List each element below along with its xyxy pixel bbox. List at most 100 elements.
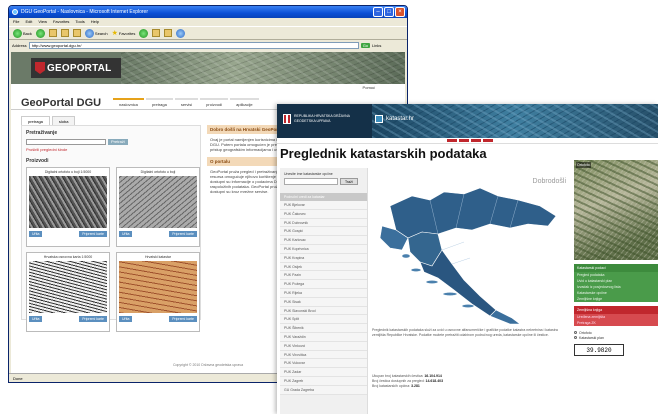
address-input[interactable]: http://www.geoportal.dgu.hr/ bbox=[28, 41, 359, 49]
island[interactable] bbox=[410, 268, 422, 272]
office-list-item[interactable]: PUK Slavonski Brod bbox=[280, 306, 367, 316]
office-list-item[interactable]: PUK Virovitica bbox=[280, 350, 367, 360]
geoportal-logo[interactable]: GEOPORTAL bbox=[31, 58, 121, 78]
search-button[interactable]: Search bbox=[84, 28, 108, 38]
product-card[interactable]: Digitalni ortofoto u boji 1:5000 Uřita P… bbox=[26, 167, 110, 247]
office-list-item[interactable]: PUK Šibenik bbox=[280, 324, 367, 333]
mail-icon[interactable] bbox=[152, 29, 161, 37]
radio-cadastral-plan[interactable]: Katastarski plan bbox=[574, 335, 658, 340]
menu-tools[interactable]: Tools bbox=[75, 18, 84, 26]
cadastre-menu-item[interactable]: Zemljišne knjige bbox=[574, 296, 658, 302]
croatia-map[interactable] bbox=[372, 178, 570, 328]
product-buttons: Uřita Pripremi karte bbox=[29, 316, 107, 322]
geoportal-banner: GEOPORTAL bbox=[11, 52, 405, 84]
office-list-item[interactable]: PUK Split bbox=[280, 315, 367, 325]
island[interactable] bbox=[461, 304, 475, 308]
office-list-item[interactable]: PUK Čakovec bbox=[280, 209, 367, 219]
office-list-item[interactable]: PUK Sisak bbox=[280, 297, 367, 307]
main-nav: naslovnica pretraga servisi proizvodi ap… bbox=[113, 98, 259, 109]
search-submit-button[interactable]: Pretraži bbox=[108, 139, 128, 145]
product-thumbnail[interactable] bbox=[119, 261, 197, 313]
forward-arrow-icon[interactable] bbox=[35, 28, 45, 38]
radio-button-icon bbox=[574, 331, 577, 334]
office-list-item[interactable]: PUK Gospić bbox=[280, 227, 367, 237]
office-list-item[interactable]: PUK Vinkovci bbox=[280, 341, 367, 351]
office-list-item[interactable]: PUK Varaždin bbox=[280, 332, 367, 342]
product-thumbnail[interactable] bbox=[29, 176, 107, 228]
office-list-item[interactable]: PUK Dubrovnik bbox=[280, 218, 367, 228]
product-view-button[interactable]: Uřita bbox=[29, 316, 43, 322]
product-view-button[interactable]: Uřita bbox=[29, 231, 43, 237]
search-input[interactable] bbox=[26, 139, 106, 145]
stop-icon[interactable] bbox=[48, 29, 57, 37]
menu-help[interactable]: Help bbox=[91, 18, 99, 26]
close-button[interactable]: × bbox=[395, 7, 405, 17]
product-thumbnail[interactable] bbox=[29, 261, 107, 313]
product-view-button[interactable]: Uřita bbox=[119, 316, 133, 322]
product-prepare-button[interactable]: Pripremi karte bbox=[169, 231, 197, 237]
product-card[interactable]: Hrvatska osnovna karta 1:5000 Uřita Prip… bbox=[26, 252, 110, 332]
office-sidebar: Unesite ime katastarske općine Traži Pod… bbox=[280, 168, 368, 414]
maximize-button[interactable]: □ bbox=[384, 7, 394, 17]
office-list-item[interactable]: PUK Koprivnica bbox=[280, 244, 367, 254]
stat-value: 14.618.403 bbox=[425, 379, 444, 383]
product-view-button[interactable]: Uřita bbox=[119, 231, 133, 237]
cadastre-menu-heading: Katastarski podaci bbox=[574, 264, 658, 272]
back-button[interactable]: Back bbox=[13, 28, 32, 38]
help-link[interactable]: Pomoć bbox=[11, 84, 405, 92]
products-heading: Proizvodi bbox=[26, 158, 49, 164]
product-prepare-button[interactable]: Pripremi karte bbox=[79, 316, 107, 322]
right-sidebar: Ortofoto Katastarski podaci Pregled poda… bbox=[574, 160, 658, 414]
island[interactable] bbox=[401, 253, 411, 259]
messenger-icon[interactable] bbox=[176, 28, 186, 38]
office-list-item[interactable]: PUK Karlovac bbox=[280, 236, 367, 245]
refresh-icon[interactable] bbox=[60, 29, 69, 37]
favorites-button[interactable]: ★ Favorites bbox=[112, 29, 136, 37]
island[interactable] bbox=[442, 292, 458, 296]
nav-naslovnica[interactable]: naslovnica bbox=[113, 98, 144, 109]
ie-toolbar: Back Search ★ Favorites bbox=[9, 26, 407, 40]
product-card[interactable]: Digitalni ortofoto u boji Uřita Pripremi… bbox=[116, 167, 200, 247]
nav-pretraga[interactable]: pretraga bbox=[145, 98, 173, 109]
product-card[interactable]: Hrvatski katastar Uřita Pripremi karte bbox=[116, 252, 200, 332]
office-list-item[interactable]: PUK Zagreb bbox=[280, 376, 367, 386]
office-list-item[interactable]: PUK Požega bbox=[280, 280, 367, 289]
orthophoto-preview[interactable]: Ortofoto bbox=[574, 160, 658, 260]
office-list-item[interactable]: GU Grada Zagreba bbox=[280, 385, 367, 395]
menu-favorites[interactable]: Favorites bbox=[53, 18, 69, 26]
product-prepare-button[interactable]: Pripremi karte bbox=[79, 231, 107, 237]
office-list-item[interactable]: PUK Osijek bbox=[280, 262, 367, 272]
office-list-item[interactable]: PUK Krapina bbox=[280, 253, 367, 263]
search-icon bbox=[84, 28, 94, 38]
office-list-item[interactable]: PUK Zadar bbox=[280, 368, 367, 377]
advanced-search-link[interactable]: Proširili pregledni šinde bbox=[26, 147, 196, 152]
cadastral-search-button[interactable]: Traži bbox=[340, 178, 358, 185]
print-icon[interactable] bbox=[164, 29, 173, 37]
office-list-item[interactable]: PUK Vukovar bbox=[280, 359, 367, 369]
product-thumbnail[interactable] bbox=[119, 176, 197, 228]
home-icon[interactable] bbox=[72, 29, 81, 37]
minimize-button[interactable]: – bbox=[373, 7, 383, 17]
links-label[interactable]: Links bbox=[372, 43, 381, 48]
nav-aplikacije[interactable]: aplikacije bbox=[230, 98, 259, 109]
media-icon[interactable] bbox=[139, 28, 149, 38]
island[interactable] bbox=[425, 280, 439, 284]
nav-proizvodi[interactable]: proizvodi bbox=[200, 98, 229, 109]
go-button[interactable]: Go bbox=[360, 42, 371, 48]
croatia-region-north[interactable] bbox=[389, 187, 557, 239]
office-list-item[interactable]: PUK Pazin bbox=[280, 271, 367, 281]
croatia-region-dubrovnik[interactable] bbox=[489, 309, 521, 325]
land-registry-item[interactable]: Pretraga ZK bbox=[574, 320, 658, 326]
search-label: Search bbox=[94, 30, 108, 36]
product-prepare-button[interactable]: Pripremi karte bbox=[169, 316, 197, 322]
nav-servisi[interactable]: servisi bbox=[174, 98, 199, 109]
menu-edit[interactable]: Edit bbox=[25, 18, 32, 26]
office-list: PUK Bjelovar PUK Čakovec PUK Dubrovnik PUK … bbox=[280, 201, 367, 395]
office-list-item[interactable]: PUK Bjelovar bbox=[280, 201, 367, 210]
menu-view[interactable]: View bbox=[38, 18, 47, 26]
katastar-logo[interactable]: katastar.hr bbox=[375, 115, 414, 123]
screenshot-stage: DGU GeoPortal - Naslovnica - Microsoft I… bbox=[0, 0, 658, 414]
office-list-item[interactable]: PUK Rijeka bbox=[280, 288, 367, 298]
cadastral-search-input[interactable] bbox=[284, 178, 338, 185]
menu-file[interactable]: File bbox=[13, 18, 19, 26]
